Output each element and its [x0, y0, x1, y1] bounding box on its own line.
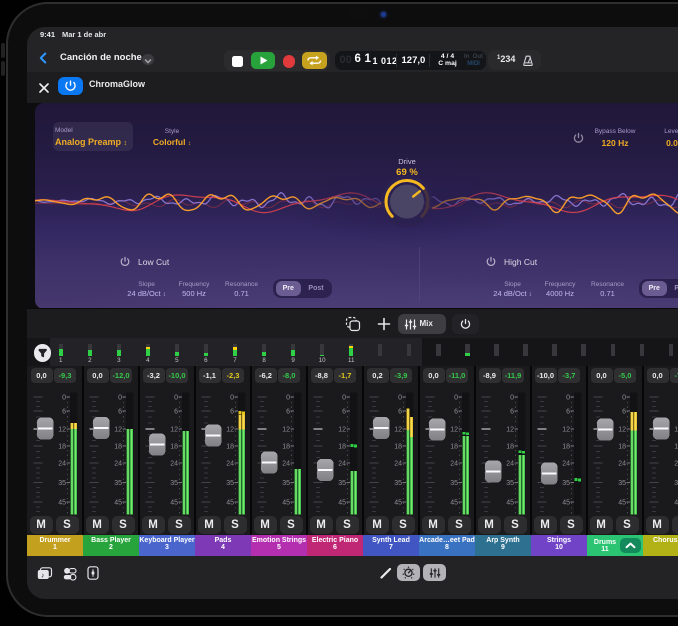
svg-text:24: 24	[506, 460, 514, 467]
svg-text:24: 24	[450, 460, 458, 467]
svg-text:35: 35	[58, 480, 66, 487]
svg-text:35: 35	[114, 480, 122, 487]
svg-text:24: 24	[170, 460, 178, 467]
svg-text:0: 0	[62, 394, 66, 401]
svg-text:35: 35	[506, 480, 514, 487]
svg-text:18: 18	[674, 443, 678, 450]
svg-text:18: 18	[58, 443, 66, 450]
svg-text:0: 0	[118, 394, 122, 401]
svg-text:24: 24	[562, 460, 570, 467]
svg-text:35: 35	[562, 480, 570, 487]
svg-text:0: 0	[454, 394, 458, 401]
svg-text:45: 45	[506, 499, 514, 506]
svg-text:12: 12	[170, 426, 178, 433]
svg-text:12: 12	[338, 426, 346, 433]
svg-text:12: 12	[226, 426, 234, 433]
svg-text:12: 12	[506, 426, 514, 433]
svg-text:0: 0	[566, 394, 570, 401]
svg-text:12: 12	[450, 426, 458, 433]
svg-text:35: 35	[618, 480, 626, 487]
svg-text:6: 6	[174, 408, 178, 415]
svg-text:18: 18	[618, 443, 626, 450]
svg-text:♪: ♪	[41, 572, 45, 579]
svg-text:6: 6	[510, 408, 514, 415]
svg-text:35: 35	[226, 480, 234, 487]
svg-text:12: 12	[114, 426, 122, 433]
svg-text:6: 6	[118, 408, 122, 415]
svg-text:45: 45	[562, 499, 570, 506]
svg-text:35: 35	[170, 480, 178, 487]
svg-text:24: 24	[618, 460, 626, 467]
svg-text:6: 6	[398, 408, 402, 415]
svg-text:18: 18	[282, 443, 290, 450]
svg-text:45: 45	[394, 499, 402, 506]
svg-text:24: 24	[674, 460, 678, 467]
svg-text:0: 0	[230, 394, 234, 401]
svg-text:24: 24	[114, 460, 122, 467]
svg-text:12: 12	[282, 426, 290, 433]
svg-text:35: 35	[450, 480, 458, 487]
svg-text:0: 0	[174, 394, 178, 401]
svg-text:0: 0	[286, 394, 290, 401]
svg-text:18: 18	[562, 443, 570, 450]
svg-text:35: 35	[394, 480, 402, 487]
svg-text:0: 0	[342, 394, 346, 401]
svg-text:12: 12	[618, 426, 626, 433]
svg-text:0: 0	[398, 394, 402, 401]
svg-text:6: 6	[454, 408, 458, 415]
svg-text:35: 35	[338, 480, 346, 487]
svg-text:6: 6	[342, 408, 346, 415]
svg-text:12: 12	[394, 426, 402, 433]
svg-text:18: 18	[338, 443, 346, 450]
svg-text:45: 45	[674, 499, 678, 506]
svg-text:18: 18	[394, 443, 402, 450]
svg-text:18: 18	[226, 443, 234, 450]
svg-text:24: 24	[226, 460, 234, 467]
svg-text:45: 45	[58, 499, 66, 506]
svg-text:12: 12	[58, 426, 66, 433]
svg-text:18: 18	[506, 443, 514, 450]
svg-text:45: 45	[282, 499, 290, 506]
svg-text:24: 24	[394, 460, 402, 467]
svg-text:6: 6	[566, 408, 570, 415]
svg-text:45: 45	[170, 499, 178, 506]
svg-text:6: 6	[230, 408, 234, 415]
svg-text:6: 6	[286, 408, 290, 415]
svg-text:24: 24	[282, 460, 290, 467]
svg-text:45: 45	[618, 499, 626, 506]
svg-text:12: 12	[674, 426, 678, 433]
svg-text:6: 6	[622, 408, 626, 415]
svg-text:35: 35	[674, 480, 678, 487]
svg-text:0: 0	[510, 394, 514, 401]
svg-text:45: 45	[226, 499, 234, 506]
svg-text:45: 45	[338, 499, 346, 506]
svg-text:24: 24	[58, 460, 66, 467]
svg-text:24: 24	[338, 460, 346, 467]
svg-text:6: 6	[62, 408, 66, 415]
svg-text:12: 12	[562, 426, 570, 433]
svg-text:45: 45	[114, 499, 122, 506]
svg-text:18: 18	[170, 443, 178, 450]
svg-text:18: 18	[450, 443, 458, 450]
svg-text:18: 18	[114, 443, 122, 450]
svg-text:0: 0	[622, 394, 626, 401]
svg-text:45: 45	[450, 499, 458, 506]
svg-text:35: 35	[282, 480, 290, 487]
